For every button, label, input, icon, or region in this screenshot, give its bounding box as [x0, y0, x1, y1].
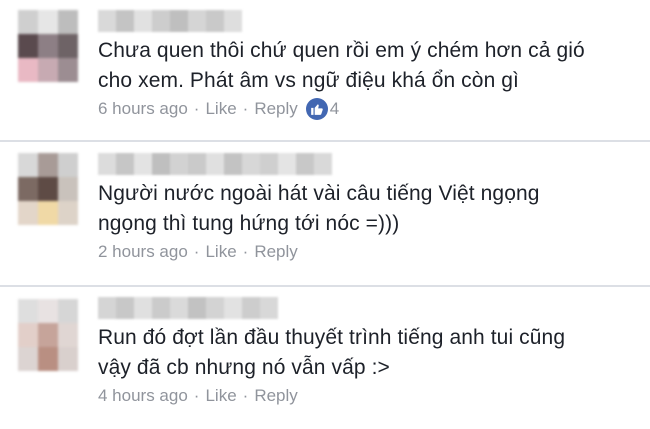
separator: ·: [193, 242, 200, 261]
commenter-name[interactable]: [98, 10, 242, 32]
comment-text-line: cho xem. Phát âm vs ngữ điệu khá ổn còn …: [98, 69, 519, 92]
comment-item: Người nước ngoài hát vài câu tiếng Việt …: [0, 143, 650, 285]
comment-text: Run đó đợt lần đầu thuyết trình tiếng an…: [98, 323, 632, 383]
comment-meta: 6 hours ago · Like · Reply 4: [98, 98, 339, 120]
separator: ·: [193, 99, 200, 118]
comment-item: Run đó đợt lần đầu thuyết trình tiếng an…: [0, 287, 650, 429]
avatar[interactable]: [18, 299, 78, 371]
like-link[interactable]: Like: [205, 99, 236, 119]
timestamp[interactable]: 6 hours ago: [98, 99, 188, 119]
reaction-summary[interactable]: 4: [305, 98, 340, 120]
comment-text-line: Chưa quen thôi chứ quen rồi em ý chém hơ…: [98, 39, 585, 62]
reply-link[interactable]: Reply: [254, 386, 297, 406]
avatar[interactable]: [18, 153, 78, 225]
divider: [0, 140, 650, 142]
comment-text-line: Người nước ngoài hát vài câu tiếng Việt …: [98, 182, 540, 205]
like-link[interactable]: Like: [205, 242, 236, 262]
comment-meta: 2 hours ago · Like · Reply: [98, 242, 298, 262]
like-link[interactable]: Like: [205, 386, 236, 406]
comment-text-line: vậy đã cb nhưng nó vẫn vấp :>: [98, 356, 390, 379]
reply-link[interactable]: Reply: [254, 242, 297, 262]
separator: ·: [193, 386, 200, 405]
commenter-name[interactable]: [98, 153, 332, 175]
comment-text-line: Run đó đợt lần đầu thuyết trình tiếng an…: [98, 326, 566, 349]
comment-item: Chưa quen thôi chứ quen rồi em ý chém hơ…: [0, 0, 650, 140]
comment-text: Chưa quen thôi chứ quen rồi em ý chém hơ…: [98, 36, 632, 96]
avatar[interactable]: [18, 10, 78, 82]
timestamp[interactable]: 2 hours ago: [98, 242, 188, 262]
timestamp[interactable]: 4 hours ago: [98, 386, 188, 406]
reaction-count: 4: [329, 99, 340, 118]
separator: ·: [242, 242, 249, 261]
commenter-name[interactable]: [98, 297, 278, 319]
thumbs-up-icon: [305, 98, 328, 120]
reply-link[interactable]: Reply: [254, 99, 297, 119]
comment-text: Người nước ngoài hát vài câu tiếng Việt …: [98, 179, 632, 239]
comment-text-line: ngọng thì tung hứng tới nóc =))): [98, 212, 400, 235]
separator: ·: [242, 386, 249, 405]
comment-meta: 4 hours ago · Like · Reply: [98, 386, 298, 406]
separator: ·: [242, 99, 249, 118]
